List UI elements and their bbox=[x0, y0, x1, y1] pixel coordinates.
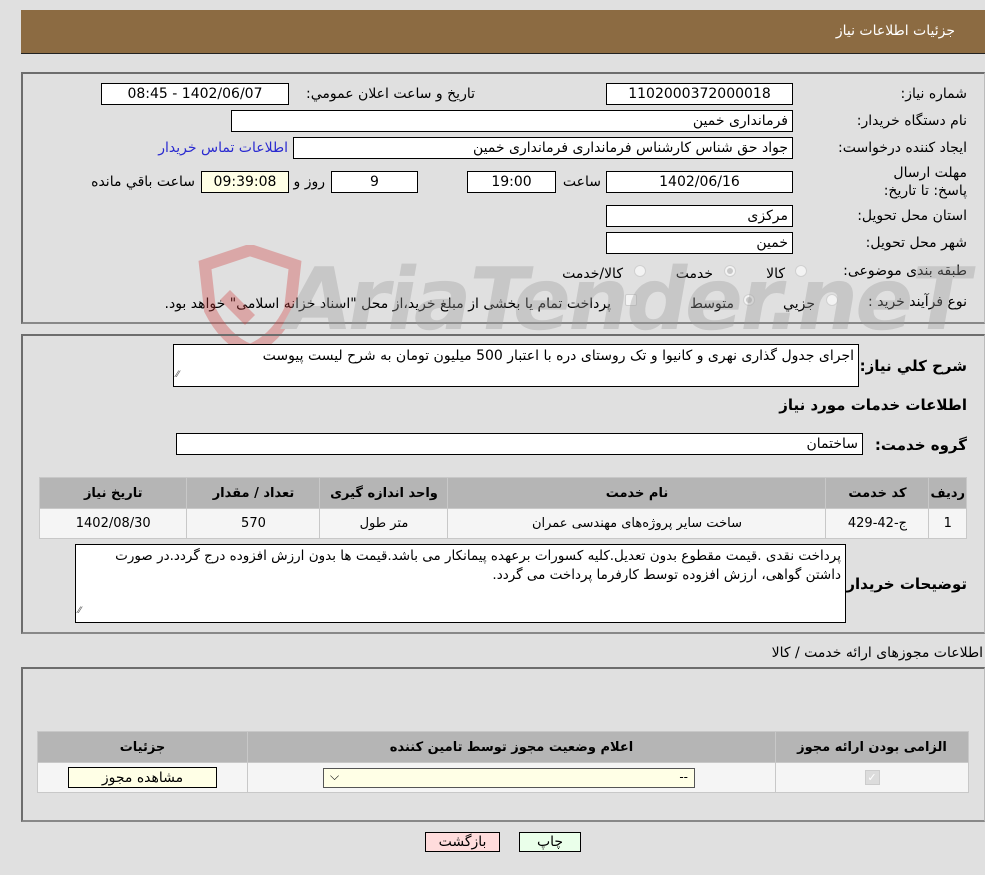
treasury-note: پرداخت تمام یا بخشی از مبلغ خرید،از محل … bbox=[164, 296, 611, 312]
table-row: 1 ج-42-429 ساخت سایر پروژه‌های مهندسی عم… bbox=[38, 508, 967, 539]
announce-field[interactable]: 1402/06/07 - 08:45 bbox=[101, 83, 289, 105]
page-title: جزئیات اطلاعات نیاز bbox=[835, 23, 955, 39]
category-option-service: خدمت bbox=[675, 266, 713, 282]
cell-permit-details: مشاهده مجوز bbox=[37, 762, 248, 793]
service-group-field[interactable]: ساختمان bbox=[176, 433, 863, 455]
description-label: شرح كلي نياز: bbox=[859, 357, 967, 375]
category-radio-goods-service[interactable] bbox=[634, 265, 646, 277]
city-field[interactable]: خمین bbox=[606, 232, 793, 254]
chevron-down-icon: ⌵ bbox=[330, 768, 340, 783]
buyer-org-label: نام دستگاه خریدار: bbox=[856, 113, 967, 129]
col-need-date: تاریخ نیاز bbox=[38, 477, 188, 509]
permits-table: الزامی بودن ارائه مجوز اعلام وضعیت مجوز … bbox=[37, 731, 969, 793]
cell-row-number: 1 bbox=[928, 508, 967, 539]
process-option-medium: متوسط bbox=[690, 296, 734, 312]
permits-header-row: الزامی بودن ارائه مجوز اعلام وضعیت مجوز … bbox=[37, 731, 969, 763]
cell-quantity: 570 bbox=[186, 508, 321, 539]
buyer-org-field[interactable]: فرمانداری خمین bbox=[231, 110, 793, 132]
days-field[interactable]: 9 bbox=[331, 171, 418, 193]
buyer-notes-textarea[interactable]: پرداخت نقدی .قیمت مقطوع بدون تعدیل.کلیه … bbox=[75, 544, 846, 623]
province-field[interactable]: مرکزی bbox=[606, 205, 793, 227]
deadline-label: مهلت ارسال پاسخ: تا تاریخ: bbox=[883, 165, 967, 199]
buyer-notes-label: توضیحات خریدار: bbox=[840, 575, 967, 593]
print-button[interactable]: چاپ bbox=[519, 832, 581, 852]
creator-field[interactable]: جواد حق شناس کارشناس فرمانداری فرمانداری… bbox=[293, 137, 793, 159]
treasury-checkbox[interactable] bbox=[625, 294, 637, 306]
cell-permit-required: ✓ bbox=[775, 762, 969, 793]
col-permit-required: الزامی بودن ارائه مجوز bbox=[775, 731, 969, 763]
cell-service-code: ج-42-429 bbox=[825, 508, 930, 539]
col-service-code: کد خدمت bbox=[825, 477, 930, 509]
resize-grip-icon[interactable]: ⁄⁄ bbox=[78, 602, 81, 621]
deadline-time-field[interactable]: 19:00 bbox=[467, 171, 556, 193]
col-service-name: نام خدمت bbox=[447, 477, 827, 509]
remaining-label: ساعت باقي مانده bbox=[91, 174, 195, 190]
province-label: استان محل تحویل: bbox=[857, 208, 967, 224]
resize-grip-icon[interactable]: ⁄⁄ bbox=[176, 366, 179, 385]
process-option-minor: جزيي bbox=[783, 296, 815, 312]
col-permit-status: اعلام وضعیت مجوز توسط تامین کننده bbox=[247, 731, 776, 763]
table-row: ✓ -- ⌵ مشاهده مجوز bbox=[37, 762, 969, 793]
process-label: نوع فرآیند خرید : bbox=[868, 294, 967, 310]
description-textarea[interactable]: اجرای جدول گذاری نهری و کانیوا و تک روست… bbox=[173, 344, 859, 387]
description-text: اجرای جدول گذاری نهری و کانیوا و تک روست… bbox=[262, 348, 854, 364]
permit-required-checkbox: ✓ bbox=[864, 770, 880, 785]
category-option-goods: کالا bbox=[766, 266, 785, 282]
need-number-field[interactable]: 1102000372000018 bbox=[606, 83, 793, 105]
cell-need-date: 1402/08/30 bbox=[38, 508, 188, 539]
cell-unit: متر طول bbox=[319, 508, 449, 539]
permit-status-select[interactable]: -- ⌵ bbox=[323, 767, 695, 788]
announce-label: تاریخ و ساعت اعلان عمومي: bbox=[306, 86, 475, 102]
col-unit: واحد اندازه گیری bbox=[319, 477, 449, 509]
col-row-number: ردیف bbox=[928, 477, 967, 509]
services-table: ردیف کد خدمت نام خدمت واحد اندازه گیری ت… bbox=[38, 477, 967, 539]
days-label: روز و bbox=[293, 174, 326, 190]
process-radio-minor[interactable] bbox=[826, 294, 838, 306]
buyer-contact-link[interactable]: اطلاعات تماس خریدار bbox=[158, 140, 288, 156]
services-header-row: ردیف کد خدمت نام خدمت واحد اندازه گیری ت… bbox=[38, 477, 967, 509]
col-permit-details: جزئیات bbox=[37, 731, 248, 763]
deadline-time-label: ساعت bbox=[562, 174, 601, 190]
remaining-time-field: 09:39:08 bbox=[201, 171, 289, 193]
deadline-date-field[interactable]: 1402/06/16 bbox=[606, 171, 793, 193]
city-label: شهر محل تحویل: bbox=[865, 235, 967, 251]
col-quantity: تعداد / مقدار bbox=[186, 477, 321, 509]
service-group-label: گروه خدمت: bbox=[874, 436, 967, 454]
category-label: طبقه بندی موضوعی: bbox=[843, 263, 967, 279]
view-permit-button[interactable]: مشاهده مجوز bbox=[68, 767, 217, 788]
permits-title: اطلاعات مجوزهای ارائه خدمت / کالا bbox=[771, 645, 983, 661]
back-button[interactable]: بازگشت bbox=[425, 832, 500, 852]
permit-status-value: -- bbox=[679, 769, 688, 784]
category-radio-service[interactable] bbox=[724, 265, 736, 277]
process-radio-medium[interactable] bbox=[743, 294, 755, 306]
page-header: جزئیات اطلاعات نیاز bbox=[21, 10, 985, 54]
category-radio-goods[interactable] bbox=[795, 265, 807, 277]
services-title: اطلاعات خدمات مورد نیاز bbox=[779, 396, 967, 414]
category-option-goods-service: کالا/خدمت bbox=[562, 266, 623, 282]
cell-service-name: ساخت سایر پروژه‌های مهندسی عمران bbox=[447, 508, 827, 539]
creator-label: ایجاد کننده درخواست: bbox=[838, 140, 967, 156]
buyer-notes-text: پرداخت نقدی .قیمت مقطوع بدون تعدیل.کلیه … bbox=[115, 548, 841, 583]
cell-permit-status: -- ⌵ bbox=[247, 762, 776, 793]
need-number-label: شماره نیاز: bbox=[900, 86, 968, 102]
